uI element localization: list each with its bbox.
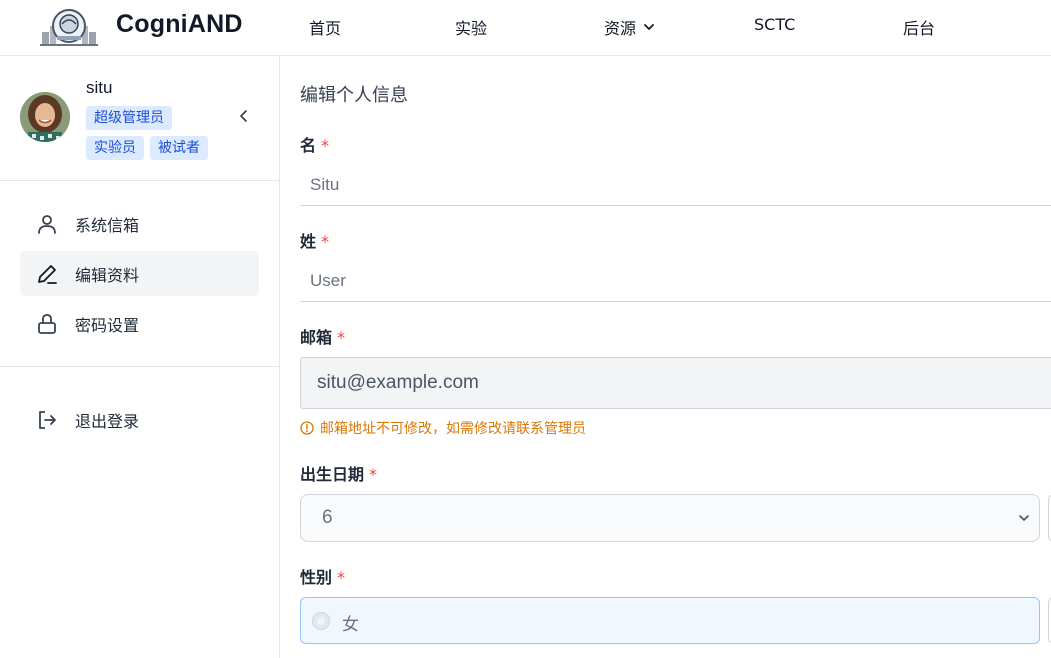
chevron-down-icon xyxy=(1019,515,1029,521)
brand-name[interactable]: CogniAND xyxy=(116,10,243,39)
role-badge-participant: 被试者 xyxy=(150,136,208,160)
gender-label-text: 性别 xyxy=(300,568,333,587)
sidebar-divider xyxy=(0,366,279,367)
info-circle-icon xyxy=(300,421,314,435)
nav-resources-label: 资源 xyxy=(604,19,637,38)
avatar xyxy=(20,92,70,142)
nav-home[interactable]: 首页 xyxy=(309,15,341,39)
sidebar-item-inbox[interactable]: 系统信箱 xyxy=(20,201,259,246)
pencil-icon xyxy=(38,264,57,284)
role-badge-super-admin: 超级管理员 xyxy=(86,106,172,130)
required-mark: * xyxy=(337,328,346,347)
nav-home-label: 首页 xyxy=(309,19,342,38)
user-icon xyxy=(38,214,56,234)
birth-date-select[interactable]: 6 xyxy=(300,494,1040,542)
required-mark: * xyxy=(337,568,346,587)
sidebar-item-password[interactable]: 密码设置 xyxy=(20,301,259,346)
nav-sctc[interactable]: SCTC xyxy=(754,15,795,34)
sidebar-item-inbox-label: 系统信箱 xyxy=(75,215,140,235)
required-mark: * xyxy=(321,232,330,251)
profile-sidebar: situ 超级管理员 实验员 被试者 系统信箱 编辑资料 密码设置 退出登录 xyxy=(0,56,280,658)
sidebar-item-password-label: 密码设置 xyxy=(75,315,140,335)
email-hint: 邮箱地址不可修改，如需修改请联系管理员 xyxy=(300,418,586,438)
gender-option-female[interactable]: 女 xyxy=(300,597,1040,644)
email-hint-text: 邮箱地址不可修改，如需修改请联系管理员 xyxy=(320,421,586,437)
birth-date-label: 出生日期 * xyxy=(300,461,377,485)
collapse-sidebar-chevron-left-icon[interactable] xyxy=(236,108,252,124)
page-title: 编辑个人信息 xyxy=(300,85,408,106)
last-name-label-text: 姓 xyxy=(300,232,317,251)
logout-icon xyxy=(39,410,56,429)
gender-label: 性别 * xyxy=(300,564,345,588)
chevron-down-icon xyxy=(644,24,654,30)
nav-experiments-label: 实验 xyxy=(455,19,488,38)
required-mark: * xyxy=(321,136,330,155)
nav-experiments[interactable]: 实验 xyxy=(455,15,487,39)
sidebar-item-edit-profile-label: 编辑资料 xyxy=(75,265,140,285)
sidebar-divider xyxy=(0,180,279,181)
lock-icon xyxy=(38,313,56,334)
email-label: 邮箱 * xyxy=(300,324,345,348)
edit-profile-form: 编辑个人信息 名* 姓* 邮箱* 邮箱地址不可修改，如需修改请联系管理员 出生日… xyxy=(300,56,1051,658)
nav-sctc-label: SCTC xyxy=(754,15,796,34)
first-name-label: 名 * xyxy=(300,132,329,156)
birth-date-label-text: 出生日期 xyxy=(300,465,365,484)
last-name-input[interactable] xyxy=(300,260,1051,302)
email-label-text: 邮箱 xyxy=(300,328,333,347)
birth-date-value: 6 xyxy=(322,507,333,528)
sidebar-item-edit-profile[interactable]: 编辑资料 xyxy=(20,251,259,296)
role-badge-experimenter: 实验员 xyxy=(86,136,144,160)
email-field[interactable] xyxy=(300,357,1051,409)
username: situ xyxy=(86,78,113,97)
logout-label: 退出登录 xyxy=(75,411,140,431)
nav-admin-label: 后台 xyxy=(903,19,936,38)
nav-admin[interactable]: 后台 xyxy=(903,15,935,39)
gender-option-label: 女 xyxy=(342,615,359,635)
required-mark: * xyxy=(369,465,378,484)
cogniand-logo-icon[interactable] xyxy=(40,6,98,48)
nav-resources[interactable]: 资源 xyxy=(604,15,656,39)
logout-button[interactable]: 退出登录 xyxy=(20,397,259,442)
top-navbar: CogniAND 首页 实验 资源 SCTC 后台 xyxy=(0,0,1051,56)
first-name-input[interactable] xyxy=(300,164,1051,206)
avatar-portrait-icon xyxy=(20,92,70,142)
radio-button[interactable] xyxy=(312,612,330,630)
last-name-label: 姓 * xyxy=(300,228,329,252)
first-name-label-text: 名 xyxy=(300,136,317,155)
